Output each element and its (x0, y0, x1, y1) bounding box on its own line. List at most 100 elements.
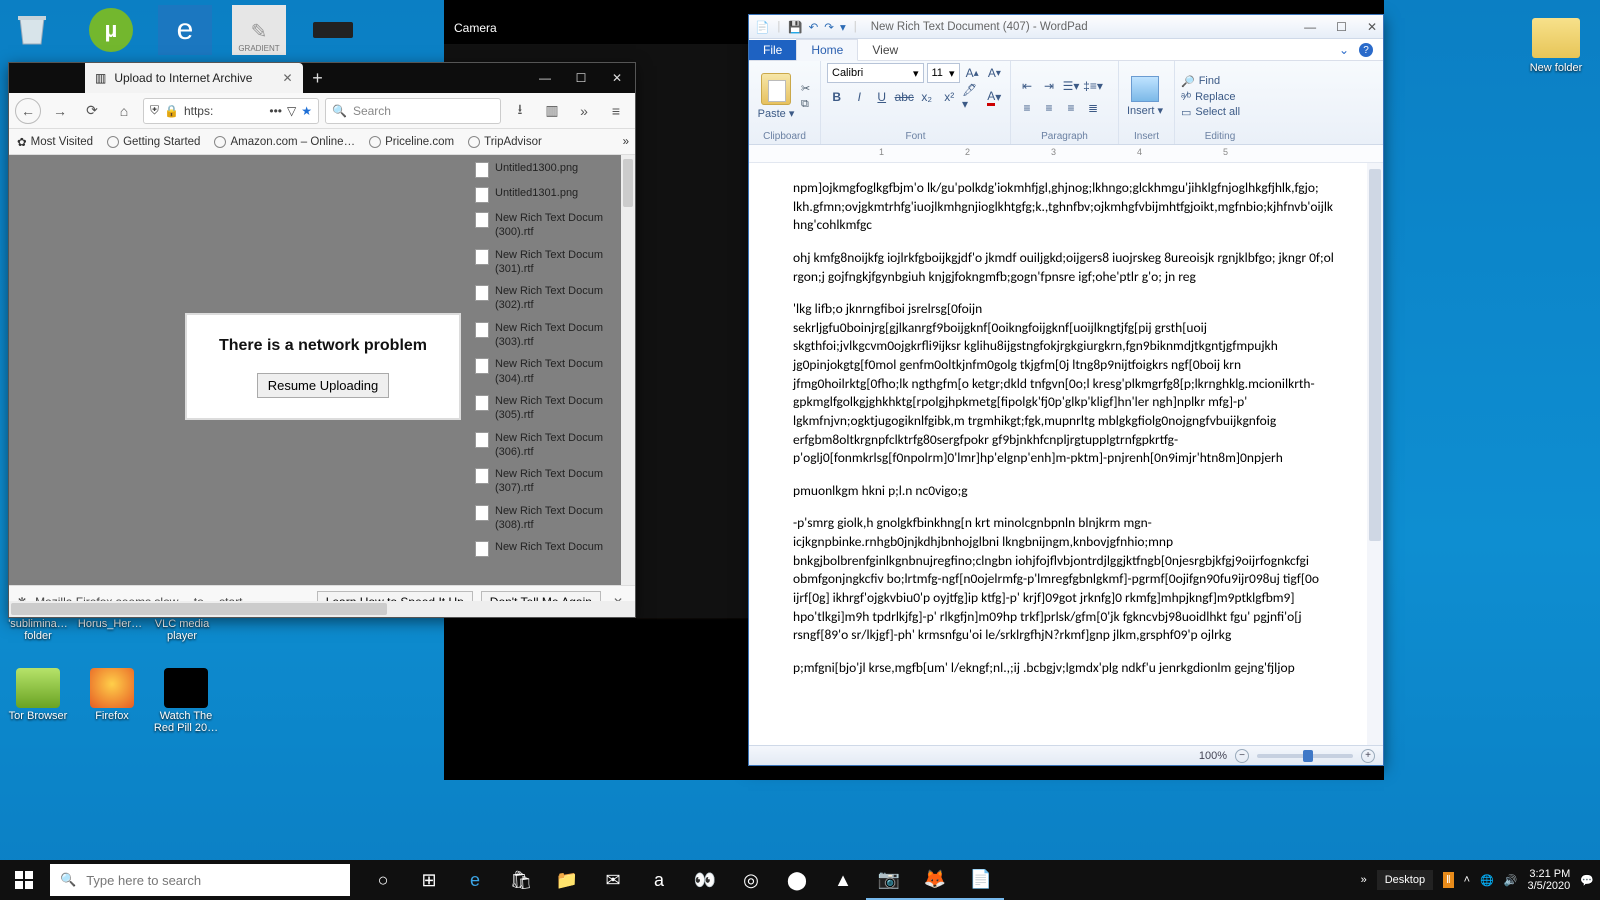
bookmark-item[interactable]: Amazon.com – Online… (214, 136, 355, 148)
new-tab-button[interactable]: + (303, 63, 333, 93)
find-button[interactable]: 🔎Find (1181, 75, 1240, 88)
superscript-button[interactable]: x² (940, 87, 960, 107)
paste-button[interactable]: Paste ▾ (755, 73, 797, 120)
page-hscrollbar[interactable] (9, 601, 635, 617)
network-icon[interactable]: 🌐 (1480, 874, 1494, 887)
notifications-icon[interactable]: 💬 (1580, 874, 1594, 887)
font-color-button[interactable]: A▾ (985, 87, 1005, 107)
new-folder-icon[interactable]: New folder (1520, 18, 1592, 74)
amazon-icon[interactable]: a (636, 860, 682, 900)
bookmark-star-icon[interactable]: ★ (301, 104, 312, 118)
taskbar-search[interactable]: 🔍 Type here to search (50, 864, 350, 896)
wordpad-taskbar-icon[interactable]: 📄 (958, 860, 1004, 900)
firefox-taskbar-icon[interactable]: 🦊 (912, 860, 958, 900)
view-tab[interactable]: View (858, 40, 912, 60)
italic-button[interactable]: I (850, 87, 870, 107)
help-icon[interactable]: ? (1359, 43, 1373, 57)
minimize-button[interactable]: ― (527, 63, 563, 93)
align-center-icon[interactable]: ≡ (1039, 98, 1059, 118)
bookmarks-overflow[interactable]: » (623, 136, 629, 148)
downloads-button[interactable]: ⭳ (507, 98, 533, 124)
document-body[interactable]: npm]ojkmgfoglkgfbjm'o lk/gu'polkdg'iokmh… (749, 163, 1383, 745)
task-view-icon[interactable]: ⊞ (406, 860, 452, 900)
back-button[interactable]: ← (15, 98, 41, 124)
unknown-icon[interactable] (313, 22, 353, 38)
close-button[interactable]: ✕ (1367, 20, 1377, 34)
recycle-bin-icon[interactable] (10, 6, 54, 50)
save-icon[interactable]: 💾 (788, 20, 802, 34)
browser-tab[interactable]: ▥ Upload to Internet Archive ✕ (85, 63, 303, 93)
edge-icon[interactable]: e (148, 0, 222, 60)
tripadvisor-icon[interactable]: 👀 (682, 860, 728, 900)
redo-icon[interactable]: ↷ (824, 20, 834, 34)
redpill-icon[interactable]: Watch The Red Pill 20… (150, 666, 222, 734)
paragraph[interactable]: 'lkg lifb;o jknrngfiboi jsrelrsg[0foijn … (793, 300, 1339, 468)
bullets-icon[interactable]: ☰▾ (1061, 76, 1081, 96)
edge-taskbar-icon[interactable]: e (452, 860, 498, 900)
file-item[interactable]: Untitled1301.png (473, 180, 621, 205)
bookmark-item[interactable]: Priceline.com (369, 136, 454, 148)
maximize-button[interactable]: ☐ (563, 63, 599, 93)
bookmark-item[interactable]: TripAdvisor (468, 136, 542, 148)
ruler[interactable]: 12345 (749, 145, 1383, 163)
reader-icon[interactable]: ▽ (287, 104, 296, 118)
file-item[interactable]: New Rich Text Docum (306).rtf (473, 425, 621, 462)
tray-app-icon[interactable]: ‖ (1443, 872, 1454, 888)
undo-icon[interactable]: ↶ (809, 20, 819, 34)
menu-button[interactable]: ≡ (603, 98, 629, 124)
file-item[interactable]: New Rich Text Docum (303).rtf (473, 315, 621, 352)
font-size-select[interactable]: 11▾ (927, 63, 960, 83)
minimize-button[interactable]: ― (1304, 20, 1316, 34)
library-button[interactable]: ▥ (539, 98, 565, 124)
insert-button[interactable]: Insert ▾ (1125, 76, 1165, 117)
reload-button[interactable]: ⟳ (79, 98, 105, 124)
bold-button[interactable]: B (827, 87, 847, 107)
subscript-button[interactable]: x₂ (917, 87, 937, 107)
grow-font-icon[interactable]: A▴ (963, 63, 982, 83)
font-name-select[interactable]: Calibri▾ (827, 63, 924, 83)
file-item[interactable]: New Rich Text Docum (302).rtf (473, 278, 621, 315)
gradient-icon[interactable]: ✎GRADIENT (222, 0, 296, 60)
show-desktop-label[interactable]: Desktop (1377, 870, 1433, 890)
ribbon-collapse-icon[interactable]: ⌄ (1339, 43, 1349, 57)
paragraph[interactable]: p;mfgni[bjo'jl krse,mgfb[um' l/ekngf;nl.… (793, 659, 1339, 678)
desktop-label[interactable]: Horus_Her… (74, 618, 146, 642)
strike-button[interactable]: abc (895, 87, 915, 107)
paragraph[interactable]: ohj kmfg8noijkfg iojlrkfgboijkgjdf'o jkm… (793, 249, 1339, 286)
file-item[interactable]: New Rich Text Docum (301).rtf (473, 242, 621, 279)
shrink-font-icon[interactable]: A▾ (985, 63, 1004, 83)
file-item[interactable]: New Rich Text Docum (304).rtf (473, 351, 621, 388)
justify-icon[interactable]: ≣ (1083, 98, 1103, 118)
close-tab-icon[interactable]: ✕ (282, 71, 292, 85)
bookmark-item[interactable]: ✿Most Visited (17, 135, 93, 149)
clock[interactable]: 3:21 PM 3/5/2020 (1527, 868, 1570, 892)
paragraph[interactable]: pmuonlkgm hkni p;l.n nc0vigo;g (793, 482, 1339, 501)
wordpad-vscrollbar[interactable] (1367, 163, 1383, 745)
cortana-icon[interactable]: ○ (360, 860, 406, 900)
chrome-icon[interactable]: ◎ (728, 860, 774, 900)
bookmark-item[interactable]: Getting Started (107, 136, 200, 148)
file-item[interactable]: New Rich Text Docum (307).rtf (473, 461, 621, 498)
firefox-desktop-icon[interactable]: Firefox (76, 666, 148, 734)
paragraph[interactable]: -p'smrg giolk,h gnolgkfbinkhng[n krt min… (793, 514, 1339, 644)
volume-icon[interactable]: 🔊 (1504, 874, 1518, 887)
start-button[interactable] (0, 860, 48, 900)
close-button[interactable]: ✕ (599, 63, 635, 93)
file-item[interactable]: Untitled1300.png (473, 155, 621, 180)
file-item[interactable]: New Rich Text Docum (473, 534, 621, 559)
page-vscrollbar[interactable] (621, 155, 635, 585)
overflow-button[interactable]: » (571, 98, 597, 124)
file-item[interactable]: New Rich Text Docum (308).rtf (473, 498, 621, 535)
copy-icon[interactable]: ⧉ (801, 98, 810, 111)
cut-icon[interactable]: ✂ (801, 82, 810, 95)
align-left-icon[interactable]: ≡ (1017, 98, 1037, 118)
align-right-icon[interactable]: ≡ (1061, 98, 1081, 118)
camera-taskbar-icon[interactable]: 📷 (866, 860, 912, 900)
store-icon[interactable]: 🛍 (498, 860, 544, 900)
tor-browser-icon[interactable]: Tor Browser (2, 666, 74, 734)
vlc-taskbar-icon[interactable]: ▲ (820, 860, 866, 900)
search-bar[interactable]: 🔍 Search (325, 98, 501, 124)
quick-access[interactable]: 💾↶↷▾ (788, 20, 845, 34)
dedent-icon[interactable]: ⇤ (1017, 76, 1037, 96)
zoom-out-button[interactable]: − (1235, 749, 1249, 763)
